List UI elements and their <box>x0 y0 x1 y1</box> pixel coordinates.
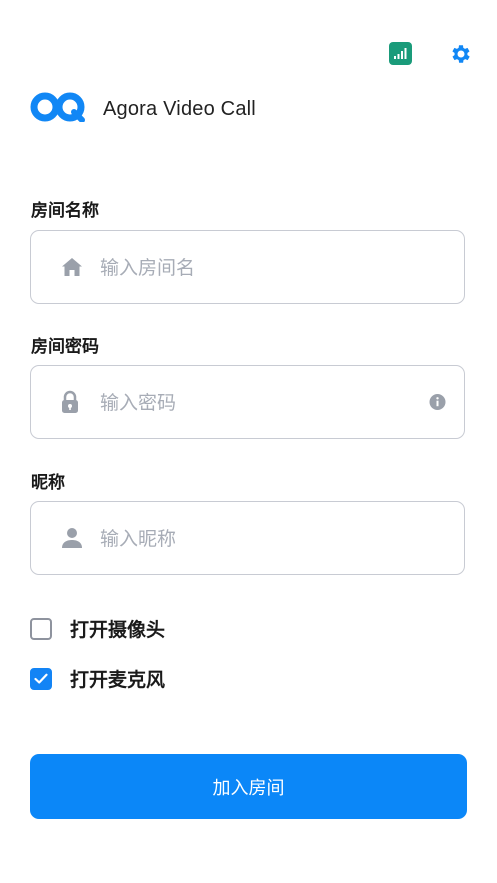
gear-icon[interactable] <box>449 42 473 66</box>
room-password-label: 房间密码 <box>31 337 99 357</box>
network-quality-icon[interactable] <box>389 42 412 65</box>
checkmark-icon <box>34 673 48 684</box>
agora-logo-icon <box>30 92 86 126</box>
nickname-field-container <box>30 501 465 576</box>
room-name-label: 房间名称 <box>31 201 99 221</box>
join-room-button[interactable]: 加入房间 <box>30 754 467 819</box>
camera-option-label: 打开摄像头 <box>70 619 166 641</box>
nickname-input[interactable] <box>98 502 422 576</box>
microphone-option-label: 打开麦克风 <box>70 669 166 691</box>
app-title: Agora Video Call <box>103 97 256 120</box>
person-icon <box>61 527 83 549</box>
home-icon <box>61 257 83 277</box>
brand-header: Agora Video Call <box>30 92 256 126</box>
room-password-field-container <box>30 365 465 440</box>
microphone-checkbox[interactable] <box>30 667 52 690</box>
room-name-input[interactable] <box>98 231 422 305</box>
camera-checkbox[interactable] <box>30 617 52 640</box>
room-name-field-container <box>30 230 465 305</box>
microphone-option[interactable]: 打开麦克风 <box>30 665 165 692</box>
info-icon[interactable] <box>429 394 446 411</box>
camera-option[interactable]: 打开摄像头 <box>30 615 165 642</box>
room-password-input[interactable] <box>98 366 422 440</box>
nickname-label: 昵称 <box>31 473 65 493</box>
lock-icon <box>61 390 79 414</box>
